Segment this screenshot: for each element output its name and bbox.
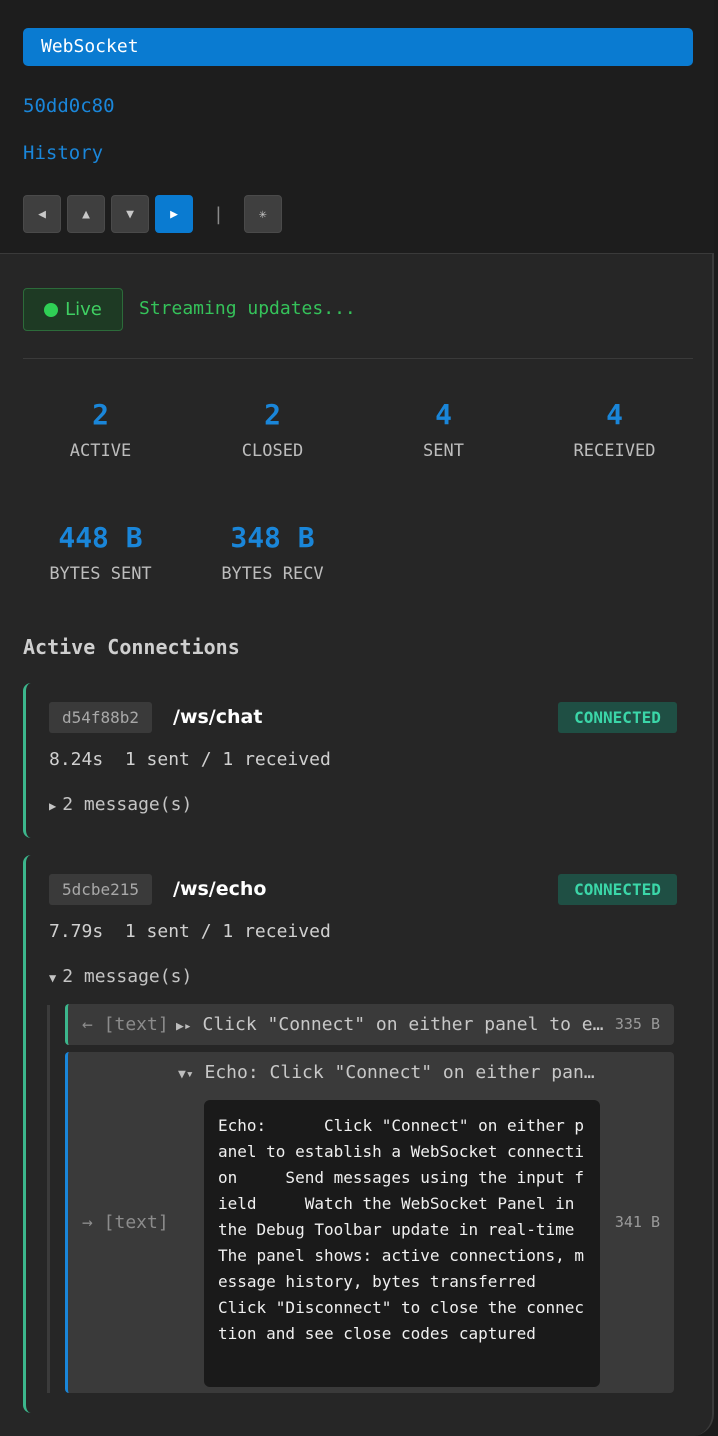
live-label: Live [65,299,102,320]
connection-counts: 1 sent / 1 received [124,749,331,770]
stat-active: 2 ACTIVE [23,398,178,461]
stat-sent: 4 SENT [366,398,521,461]
stat-received: 4 RECEIVED [537,398,692,461]
message-size: 341 B [614,1213,660,1231]
next-button[interactable]: ▶ [155,195,193,233]
refresh-icon[interactable]: ✳ [243,195,282,233]
message-preview[interactable]: ▼▾ Echo: Click "Connect" on either panel… [178,1062,598,1083]
chevron-right-icon: ▶ [49,799,57,813]
panel-title: WebSocket [23,28,693,66]
messages-toggle[interactable]: ▼ 2 message(s) [49,966,192,987]
message-direction: → [text] [82,1212,169,1233]
message-preview-text: Echo: Click "Connect" on either panel to… [204,1062,599,1083]
expand-icon: ▶▸ [176,1019,192,1034]
stat-label: RECEIVED [573,441,656,461]
message-row[interactable]: ← [text] ▶▸ Click "Connect" on either pa… [65,1004,674,1045]
connection-duration: 7.79s [49,921,104,942]
stat-label: SENT [423,441,464,461]
collapse-icon: ▼▾ [178,1067,194,1082]
connection-card: d54f88b2 /ws/chat CONNECTED 8.24s 1 sent… [23,683,693,838]
stat-closed: 2 CLOSED [195,398,350,461]
stat-value: 4 [435,398,452,431]
request-id-link[interactable]: 50dd0c80 [23,95,115,117]
live-dot-icon [44,302,59,317]
status-badge: CONNECTED [558,702,677,733]
prev-button[interactable]: ◀ [23,195,61,233]
message-preview[interactable]: ▶▸ Click "Connect" on either panel to es… [176,1004,604,1047]
divider [23,358,693,359]
connection-path: /ws/echo [173,878,267,900]
connection-path: /ws/chat [173,706,263,728]
message-preview-text: Click "Connect" on either panel to estab… [202,1014,605,1035]
status-badge: CONNECTED [558,874,677,905]
panel-header: WebSocket 50dd0c80 History ◀ ▲ ▼ ▶ | ✳ [0,0,714,254]
down-button[interactable]: ▼ [111,195,149,233]
stat-label: BYTES RECV [221,564,324,584]
streaming-status: Streaming updates... [139,298,356,319]
stat-value: 4 [606,398,623,431]
messages-toggle[interactable]: ▶ 2 message(s) [49,794,192,815]
connection-counts: 1 sent / 1 received [124,921,331,942]
message-size: 335 B [614,1015,660,1033]
stat-label: ACTIVE [69,441,132,461]
message-row[interactable]: → [text] ▼▾ Echo: Click "Connect" on eit… [65,1052,674,1393]
stat-bytes-recv: 348 B BYTES RECV [195,521,350,584]
connection-meta: 8.24s 1 sent / 1 received [49,749,331,770]
connection-meta: 7.79s 1 sent / 1 received [49,921,331,942]
connection-id: d54f88b2 [49,702,153,733]
nav-separator: | [213,203,224,225]
history-link[interactable]: History [23,142,103,164]
history-nav: ◀ ▲ ▼ ▶ | ✳ [23,195,288,233]
stat-bytes-sent: 448 B BYTES SENT [23,521,178,584]
up-button[interactable]: ▲ [67,195,105,233]
message-body: Echo: Click "Connect" on either panel to… [204,1100,600,1387]
stat-label: BYTES SENT [49,564,152,584]
stat-label: CLOSED [241,441,304,461]
message-direction: ← [text] [82,1014,169,1035]
messages-count: 2 message(s) [62,794,193,815]
websocket-panel: WebSocket 50dd0c80 History ◀ ▲ ▼ ▶ | ✳ L… [0,0,714,1436]
connection-id: 5dcbe215 [49,874,153,905]
live-badge[interactable]: Live [23,288,123,331]
stat-value: 2 [264,398,281,431]
messages-count: 2 message(s) [62,966,193,987]
stat-value: 2 [92,398,109,431]
stat-value: 448 B [58,521,143,554]
section-title: Active Connections [23,635,240,659]
connection-duration: 8.24s [49,749,104,770]
chevron-down-icon: ▼ [49,971,57,985]
stat-value: 348 B [230,521,315,554]
